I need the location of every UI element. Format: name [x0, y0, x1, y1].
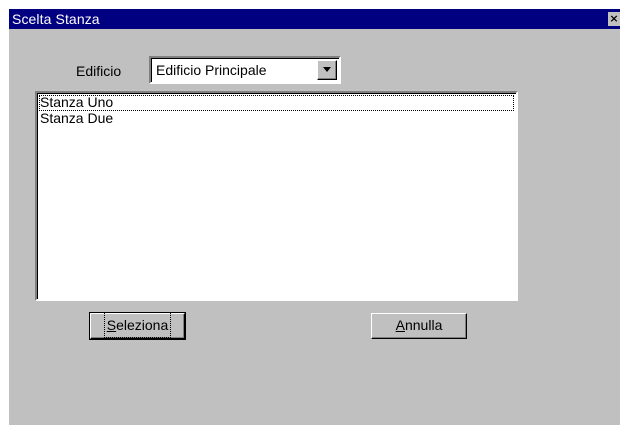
seleziona-button-label: Seleziona — [103, 312, 172, 338]
window-title: Scelta Stanza — [12, 11, 100, 27]
close-button[interactable]: × — [608, 12, 620, 26]
list-item[interactable]: Stanza Uno — [39, 95, 514, 111]
annulla-button[interactable]: Annulla — [371, 313, 467, 339]
seleziona-label-rest: eleziona — [116, 317, 169, 333]
edificio-selected-value: Edificio Principale — [156, 62, 267, 78]
list-item-label: Stanza Due — [40, 110, 114, 126]
title-bar[interactable]: Scelta Stanza × — [9, 9, 620, 29]
edificio-label: Edificio — [76, 63, 122, 79]
edificio-dropdown[interactable]: Edificio Principale — [149, 56, 341, 84]
scelta-stanza-dialog: Scelta Stanza × Edificio Edificio Princi… — [9, 9, 620, 425]
annulla-button-label: Annulla — [396, 314, 443, 336]
dropdown-arrow-button[interactable] — [317, 60, 337, 80]
seleziona-button[interactable]: Seleziona — [89, 312, 186, 340]
seleziona-mnemonic: S — [106, 317, 117, 333]
close-icon: × — [609, 12, 619, 25]
list-item-label: Stanza Uno — [40, 94, 114, 110]
annulla-mnemonic: A — [395, 317, 405, 333]
chevron-down-icon — [323, 67, 331, 72]
stanza-listbox[interactable]: Stanza Uno Stanza Due — [35, 91, 518, 301]
list-item[interactable]: Stanza Due — [39, 111, 514, 127]
annulla-label-rest: nnulla — [404, 317, 443, 333]
